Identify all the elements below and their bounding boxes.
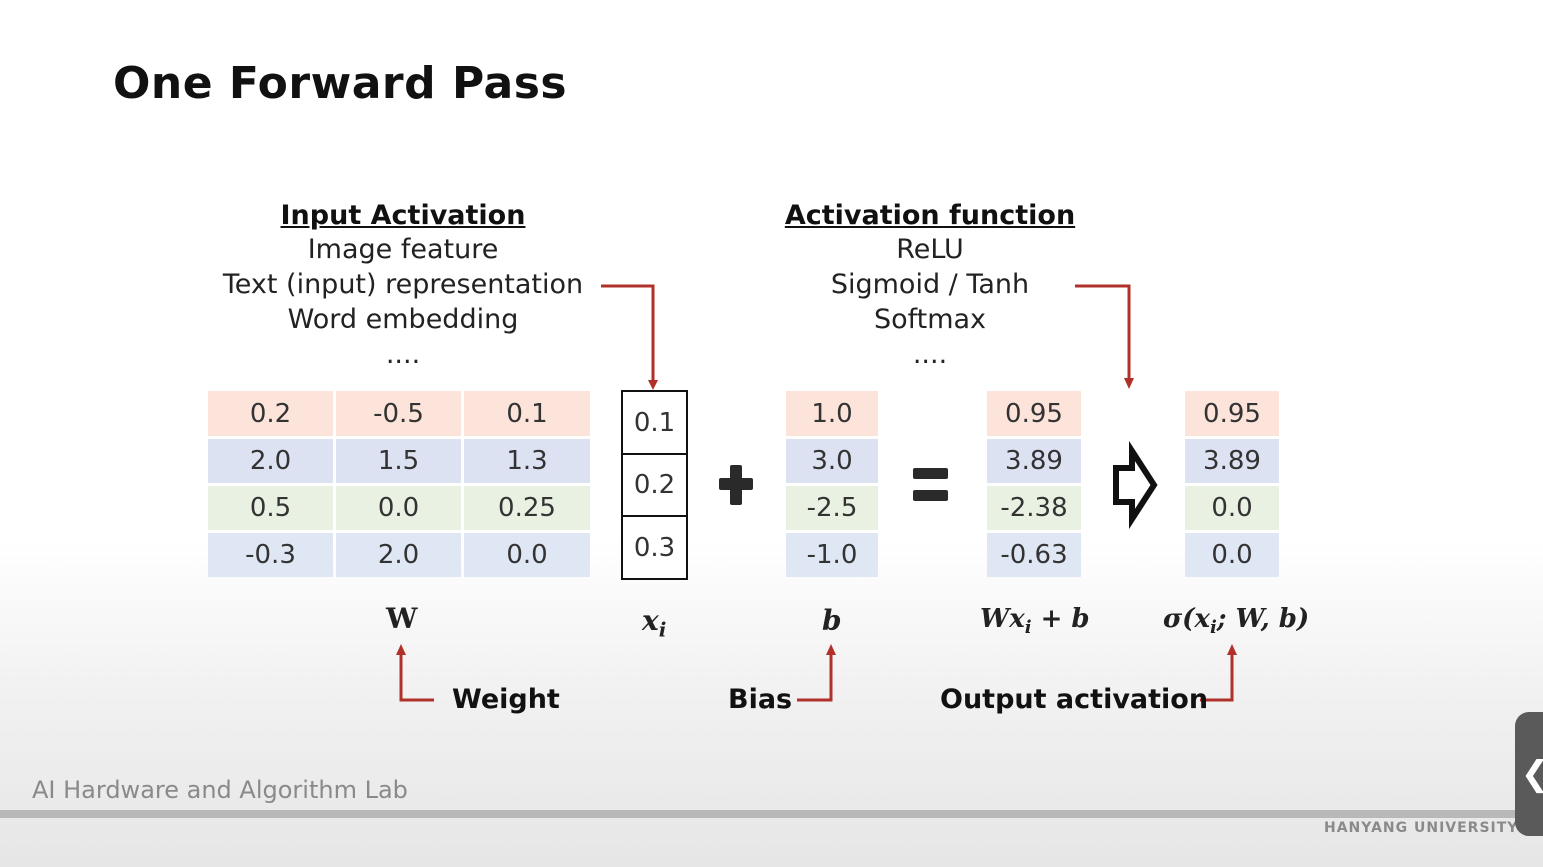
arrow-bias-to-b: [797, 653, 833, 702]
plus-icon: [719, 465, 753, 505]
label-x-i: xi: [642, 604, 667, 642]
caption-output-activation: Output activation: [940, 684, 1209, 715]
arrow-input-to-x: [601, 284, 655, 382]
arrowhead-up-icon: [826, 644, 836, 655]
label-b: b: [822, 604, 842, 637]
diagram-overlay: [396, 284, 1237, 702]
label-w: W: [386, 602, 418, 635]
label-wx-plus-b: Wxi + b: [980, 604, 1090, 639]
footer-divider: [0, 810, 1543, 818]
footer-university: HANYANG UNIVERSITY: [1324, 820, 1519, 836]
arrowhead-down-icon: [648, 380, 658, 390]
arrowhead-up-icon: [1227, 644, 1237, 655]
chevron-left-icon: ❮: [1521, 754, 1543, 794]
arrow-activation-to-output: [1075, 284, 1131, 380]
label-sigma: σ(xi; W, b): [1163, 604, 1310, 639]
equals-icon: [913, 468, 948, 501]
arrow-weight-to-w: [399, 653, 434, 702]
caption-weight: Weight: [452, 684, 560, 715]
caption-bias: Bias: [728, 684, 793, 715]
arrowhead-up-icon: [396, 644, 406, 655]
arrowhead-down-icon: [1124, 378, 1134, 389]
side-panel-toggle[interactable]: ❮: [1515, 712, 1543, 836]
block-arrow-right-icon: [1113, 440, 1158, 530]
footer-lab-name: AI Hardware and Algorithm Lab: [32, 776, 408, 804]
